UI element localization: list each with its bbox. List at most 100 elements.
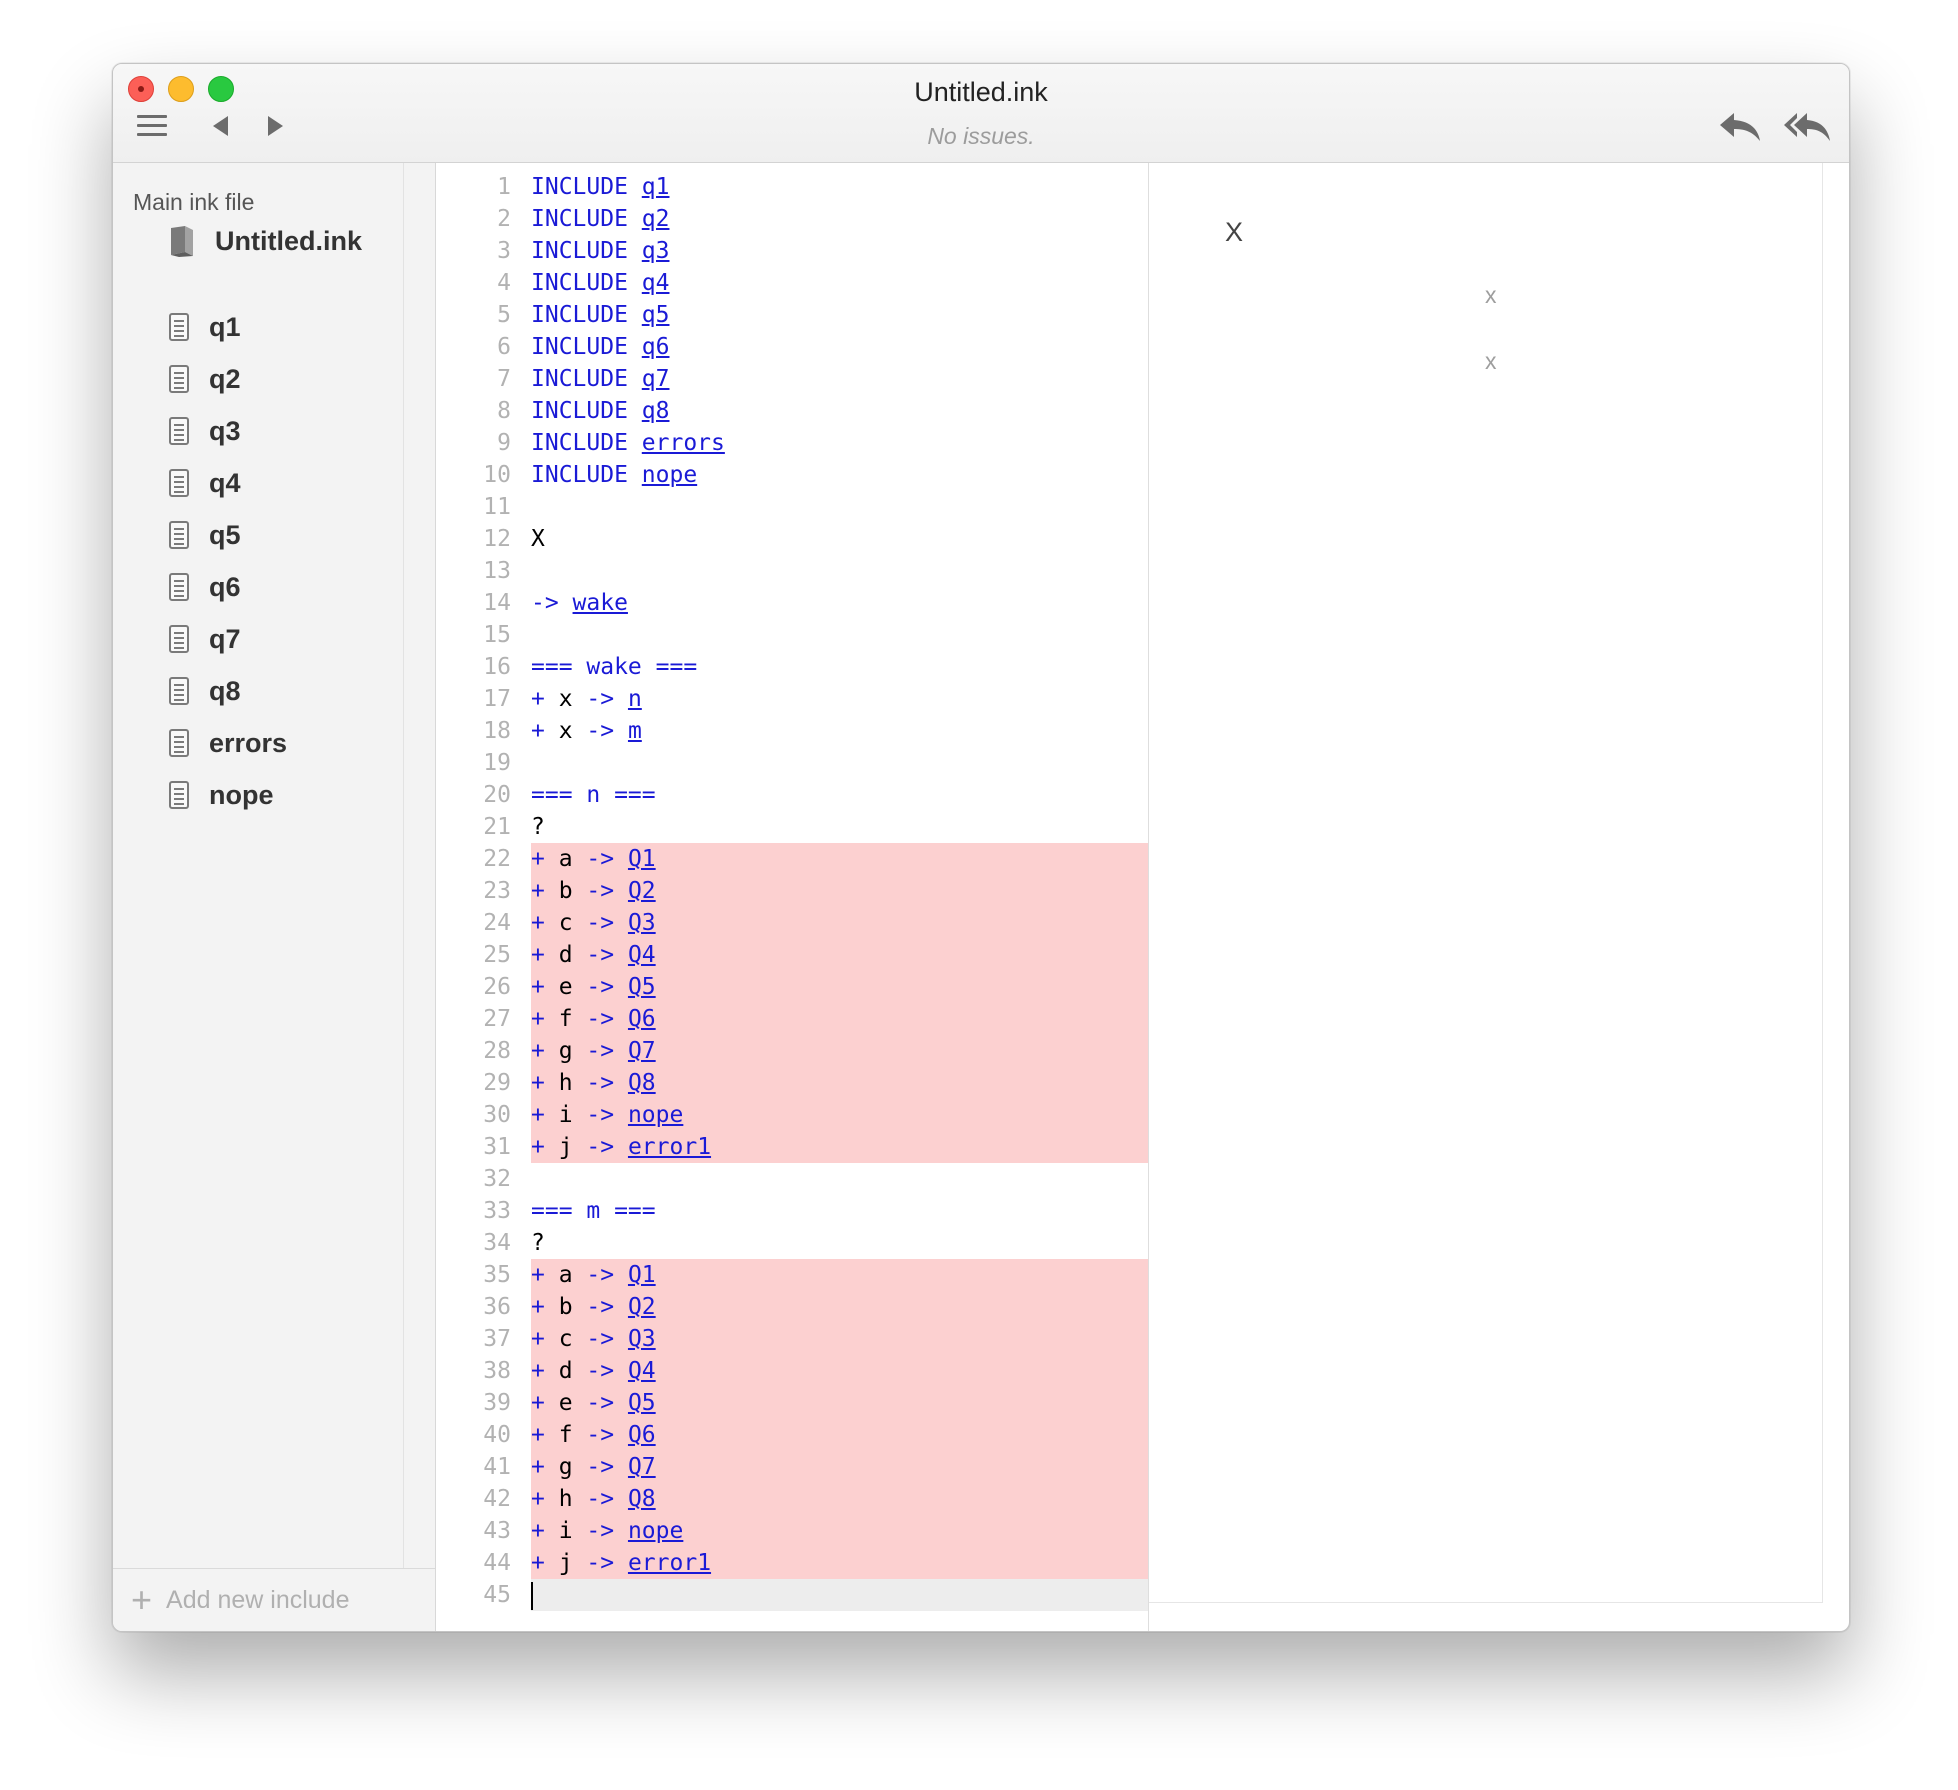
code-text[interactable]: + b -> Q2: [531, 1291, 1148, 1323]
code-text[interactable]: [531, 619, 1148, 651]
code-line[interactable]: 5 INCLUDE q5: [436, 299, 1148, 331]
code-line[interactable]: 16 === wake ===: [436, 651, 1148, 683]
divert-link[interactable]: Q3: [628, 1326, 656, 1352]
main-file-item[interactable]: Untitled.ink: [169, 221, 362, 261]
divert-link[interactable]: Q8: [628, 1486, 656, 1512]
code-text[interactable]: INCLUDE errors: [531, 427, 1148, 459]
code-line[interactable]: 30 + i -> nope: [436, 1099, 1148, 1131]
story-choice[interactable]: x: [1485, 282, 1497, 309]
divert-link[interactable]: nope: [628, 1518, 683, 1544]
code-text[interactable]: + h -> Q8: [531, 1067, 1148, 1099]
code-text[interactable]: INCLUDE q1: [531, 171, 1148, 203]
story-choice[interactable]: x: [1485, 348, 1497, 375]
code-text[interactable]: INCLUDE q8: [531, 395, 1148, 427]
forward-arrow-icon[interactable]: [268, 116, 283, 136]
code-line[interactable]: 18 + x -> m: [436, 715, 1148, 747]
code-line[interactable]: 25 + d -> Q4: [436, 939, 1148, 971]
code-text[interactable]: + e -> Q5: [531, 971, 1148, 1003]
code-text[interactable]: + x -> m: [531, 715, 1148, 747]
code-text[interactable]: + f -> Q6: [531, 1003, 1148, 1035]
include-item-q7[interactable]: q7: [169, 613, 287, 665]
reply-icon[interactable]: [1718, 109, 1762, 143]
divert-link[interactable]: Q5: [628, 974, 656, 1000]
code-text[interactable]: [531, 555, 1148, 587]
code-text[interactable]: INCLUDE q4: [531, 267, 1148, 299]
divert-link[interactable]: Q2: [628, 878, 656, 904]
code-text[interactable]: INCLUDE q7: [531, 363, 1148, 395]
divert-link[interactable]: q8: [642, 398, 670, 424]
code-text[interactable]: === n ===: [531, 779, 1148, 811]
code-text[interactable]: [531, 491, 1148, 523]
divert-link[interactable]: wake: [573, 590, 628, 616]
code-text[interactable]: ?: [531, 811, 1148, 843]
back-arrow-icon[interactable]: [213, 116, 228, 136]
code-text[interactable]: [531, 747, 1148, 779]
divert-link[interactable]: n: [628, 686, 642, 712]
code-text[interactable]: + i -> nope: [531, 1515, 1148, 1547]
code-editor[interactable]: 1 INCLUDE q1 2 INCLUDE q2 3 INCLUDE q3 4 INCLUD…: [436, 163, 1149, 1631]
code-text[interactable]: X: [531, 523, 1148, 555]
code-line[interactable]: 9 INCLUDE errors: [436, 427, 1148, 459]
code-line[interactable]: 15: [436, 619, 1148, 651]
code-line[interactable]: 23 + b -> Q2: [436, 875, 1148, 907]
code-line[interactable]: 31 + j -> error1: [436, 1131, 1148, 1163]
divert-link[interactable]: Q6: [628, 1006, 656, 1032]
code-line[interactable]: 2 INCLUDE q2: [436, 203, 1148, 235]
code-line[interactable]: 21?: [436, 811, 1148, 843]
code-line[interactable]: 12 X: [436, 523, 1148, 555]
divert-link[interactable]: q4: [642, 270, 670, 296]
divert-link[interactable]: q1: [642, 174, 670, 200]
divert-link[interactable]: Q5: [628, 1390, 656, 1416]
code-text[interactable]: + i -> nope: [531, 1099, 1148, 1131]
code-line[interactable]: 27 + f -> Q6: [436, 1003, 1148, 1035]
code-line[interactable]: 20 === n ===: [436, 779, 1148, 811]
divert-link[interactable]: q6: [642, 334, 670, 360]
add-include-button[interactable]: + Add new include: [113, 1568, 435, 1631]
code-text[interactable]: INCLUDE q6: [531, 331, 1148, 363]
code-text[interactable]: === wake ===: [531, 651, 1148, 683]
code-text[interactable]: INCLUDE q5: [531, 299, 1148, 331]
code-text[interactable]: + j -> error1: [531, 1547, 1148, 1579]
divert-link[interactable]: error1: [628, 1550, 711, 1576]
divert-link[interactable]: errors: [642, 430, 725, 456]
code-text[interactable]: INCLUDE q2: [531, 203, 1148, 235]
divert-link[interactable]: error1: [628, 1134, 711, 1160]
code-text[interactable]: -> wake: [531, 587, 1148, 619]
code-line[interactable]: 4 INCLUDE q4: [436, 267, 1148, 299]
code-text[interactable]: + h -> Q8: [531, 1483, 1148, 1515]
code-line[interactable]: 37 + c -> Q3: [436, 1323, 1148, 1355]
code-line[interactable]: 34?: [436, 1227, 1148, 1259]
code-line[interactable]: 45: [436, 1579, 1148, 1611]
code-text[interactable]: + g -> Q7: [531, 1035, 1148, 1067]
divert-link[interactable]: Q6: [628, 1422, 656, 1448]
code-text[interactable]: + x -> n: [531, 683, 1148, 715]
code-line[interactable]: 38 + d -> Q4: [436, 1355, 1148, 1387]
code-line[interactable]: 10 INCLUDE nope: [436, 459, 1148, 491]
issues-status[interactable]: No issues.: [113, 123, 1849, 150]
divert-link[interactable]: Q3: [628, 910, 656, 936]
code-line[interactable]: 32: [436, 1163, 1148, 1195]
code-line[interactable]: 14 -> wake: [436, 587, 1148, 619]
code-text[interactable]: + d -> Q4: [531, 1355, 1148, 1387]
include-item-q6[interactable]: q6: [169, 561, 287, 613]
include-item-q3[interactable]: q3: [169, 405, 287, 457]
include-item-q2[interactable]: q2: [169, 353, 287, 405]
divert-link[interactable]: Q4: [628, 1358, 656, 1384]
code-line[interactable]: 11: [436, 491, 1148, 523]
code-line[interactable]: 29 + h -> Q8: [436, 1067, 1148, 1099]
code-text[interactable]: + j -> error1: [531, 1131, 1148, 1163]
code-line[interactable]: 8 INCLUDE q8: [436, 395, 1148, 427]
include-item-q5[interactable]: q5: [169, 509, 287, 561]
code-text[interactable]: + a -> Q1: [531, 1259, 1148, 1291]
hamburger-icon[interactable]: [137, 115, 167, 137]
code-text[interactable]: + e -> Q5: [531, 1387, 1148, 1419]
code-line[interactable]: 26 + e -> Q5: [436, 971, 1148, 1003]
include-item-q4[interactable]: q4: [169, 457, 287, 509]
code-line[interactable]: 6 INCLUDE q6: [436, 331, 1148, 363]
divert-link[interactable]: Q7: [628, 1454, 656, 1480]
code-text[interactable]: + b -> Q2: [531, 875, 1148, 907]
code-line[interactable]: 22 + a -> Q1: [436, 843, 1148, 875]
code-text[interactable]: [531, 1579, 1148, 1611]
code-text[interactable]: ?: [531, 1227, 1148, 1259]
code-text[interactable]: + d -> Q4: [531, 939, 1148, 971]
